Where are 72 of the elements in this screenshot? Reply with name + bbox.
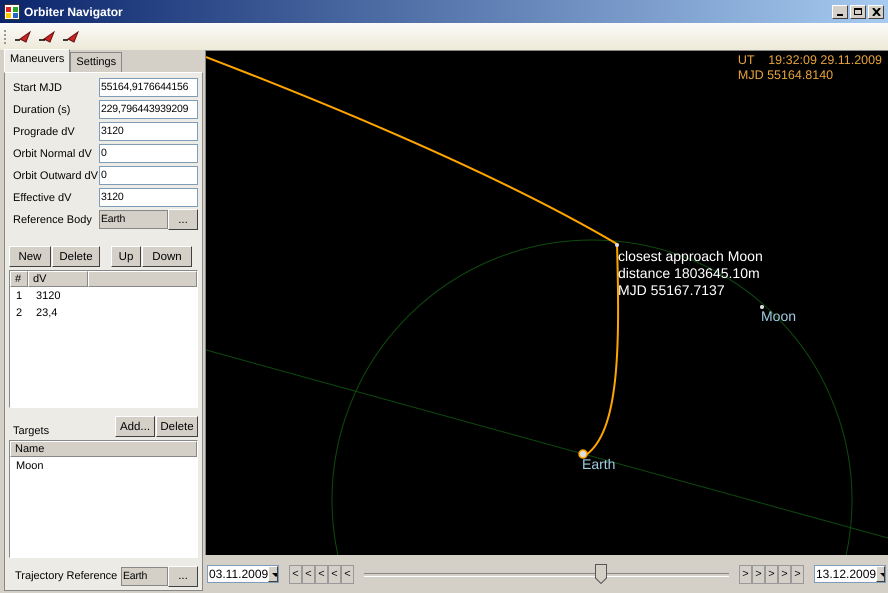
field-label: Orbit Normal dV [12, 148, 93, 160]
list-item[interactable]: Moon [16, 460, 44, 474]
input-field[interactable]: 3120 [99, 188, 198, 207]
down-button[interactable]: Down [142, 246, 192, 267]
dropdown-icon[interactable] [268, 566, 278, 582]
section-label: Targets [12, 425, 50, 437]
browse-button[interactable]: ... [168, 566, 198, 586]
input-field[interactable]: Earth [121, 566, 168, 586]
rocket-icon[interactable] [14, 30, 32, 44]
step-back-button[interactable]: < [302, 564, 315, 584]
delete-button[interactable]: Delete [156, 416, 198, 437]
table-cell-text: 1 [16, 290, 24, 304]
earth-marker [578, 449, 588, 459]
up-button[interactable]: Up [111, 246, 141, 267]
input-field[interactable]: 55164,9176644156 [99, 78, 198, 97]
step-forward-button[interactable]: > [739, 564, 752, 584]
input-field[interactable]: 3120 [99, 122, 198, 141]
column-header[interactable] [88, 271, 197, 287]
field-label: Prograde dV [12, 126, 76, 138]
approach-label: MJD 55167.7137 [618, 282, 726, 299]
orbit-view[interactable]: UT 19:32:09 29.11.2009 MJD 55164.8140 closest approach Moon distance 1803645.10m MJD 55167.7137 Moon Earth [205, 50, 888, 555]
input-field[interactable]: 0 [99, 144, 198, 163]
approach-marker [615, 243, 619, 247]
input-field[interactable]: Earth [99, 210, 168, 229]
step-forward-button[interactable]: > [765, 564, 778, 584]
window-title: Orbiter Navigator [24, 4, 124, 18]
time-slider[interactable] [364, 563, 729, 585]
table-cell: 23,4 [36, 307, 58, 321]
rocket-icon[interactable] [38, 30, 56, 44]
field-label: Reference Body [12, 214, 93, 226]
body-label: Earth [582, 456, 616, 472]
table-cell: 3120 [36, 290, 60, 304]
table-cell-text: 2 [16, 307, 24, 321]
app-icon [4, 4, 20, 20]
field-label: Start MJD [12, 82, 63, 94]
step-forward-button[interactable]: > [778, 564, 791, 584]
step-back-button[interactable]: < [328, 564, 341, 584]
maximize-button[interactable] [850, 4, 866, 18]
field-label: Orbit Outward dV [12, 170, 99, 182]
field-label: Duration (s) [12, 104, 72, 116]
new-button[interactable]: New [9, 246, 51, 267]
close-icon[interactable] [872, 8, 880, 16]
column-header[interactable]: Name [10, 441, 197, 457]
delete-button[interactable]: Delete [52, 246, 100, 267]
add-button[interactable]: Add... [115, 416, 155, 437]
input-field[interactable]: 0 [99, 166, 198, 185]
column-header[interactable]: # [10, 271, 28, 287]
step-back-button[interactable]: < [315, 564, 328, 584]
field-label: Trajectory Reference [14, 570, 118, 582]
body-label: Moon [761, 308, 796, 324]
close-button[interactable] [868, 4, 884, 18]
rocket-icon[interactable] [62, 30, 80, 44]
column-header[interactable]: dV [28, 271, 88, 287]
step-forward-button[interactable]: > [791, 564, 804, 584]
moon-marker [760, 305, 764, 309]
mjd-value: MJD 55164.8140 [738, 68, 834, 83]
dropdown-icon[interactable] [876, 566, 885, 582]
tab[interactable]: Settings [70, 52, 122, 72]
slider-thumb[interactable] [595, 564, 608, 584]
tab[interactable]: Maneuvers [4, 49, 70, 72]
step-back-button[interactable]: < [289, 564, 302, 584]
input-field[interactable]: 229,796443939209 [99, 100, 198, 119]
step-back-button[interactable]: < [341, 564, 354, 584]
step-forward-button[interactable]: > [752, 564, 765, 584]
approach-label: closest approach Moon [618, 248, 763, 265]
end-date-picker[interactable]: 13.12.2009 [814, 565, 886, 583]
approach-label: distance 1803645.10m [618, 265, 761, 282]
ut-time: UT 19:32:09 29.11.2009 [738, 53, 882, 68]
field-label: Effective dV [12, 192, 72, 204]
minimize-button[interactable] [832, 4, 848, 18]
browse-button[interactable]: ... [168, 209, 198, 230]
start-date-picker[interactable]: 03.11.2009 [207, 565, 279, 583]
